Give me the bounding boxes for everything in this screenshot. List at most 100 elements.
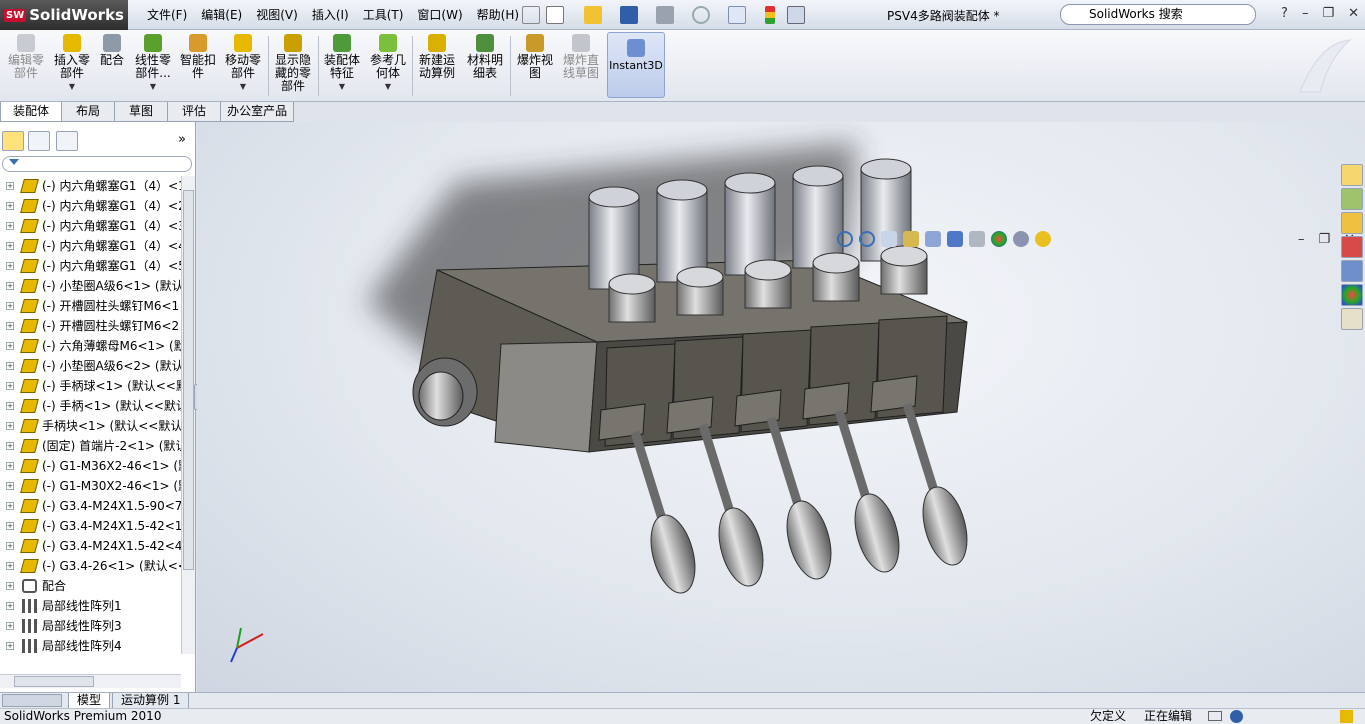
dropdown-arrow-icon[interactable]: ▼ xyxy=(322,80,362,93)
tree-item[interactable]: + (-) 内六角螺塞G1（4）<3 xyxy=(0,216,181,236)
app-logo[interactable]: SW SolidWorks xyxy=(0,0,128,30)
view-orientation-icon[interactable] xyxy=(925,231,941,247)
open-file-icon[interactable] xyxy=(584,6,602,24)
minimize-icon[interactable]: – xyxy=(1302,6,1309,21)
insert-component-button[interactable]: 插入零 部件 ▼ xyxy=(52,34,92,93)
tree-item[interactable]: + 配合 xyxy=(0,576,181,596)
tree-item[interactable]: + 手柄块<1> (默认<<默认 xyxy=(0,416,181,436)
expand-icon[interactable]: + xyxy=(6,202,14,210)
home-icon[interactable] xyxy=(1341,164,1363,186)
graphics-viewport[interactable]: – ❐ ✕ xyxy=(197,122,1365,692)
print-icon[interactable] xyxy=(656,6,674,24)
bill-of-materials-button[interactable]: 材料明 细表 xyxy=(464,34,506,80)
expand-icon[interactable]: + xyxy=(6,282,14,290)
tree-item[interactable]: + (-) 手柄<1> (默认<<默认 xyxy=(0,396,181,416)
expand-icon[interactable]: + xyxy=(6,182,14,190)
tree-item[interactable]: + 局部线性阵列4 xyxy=(0,636,181,654)
expand-icon[interactable]: + xyxy=(6,462,14,470)
exploded-view-button[interactable]: 爆炸视 图 xyxy=(514,34,556,80)
tab-sketch[interactable]: 草图 xyxy=(114,102,169,122)
dropdown-arrow-icon[interactable]: ▼ xyxy=(132,80,174,93)
zoom-to-fit-icon[interactable] xyxy=(837,231,853,247)
previous-view-icon[interactable] xyxy=(881,231,897,247)
property-manager-tab-icon[interactable] xyxy=(28,131,50,151)
feature-manager-tab-icon[interactable] xyxy=(2,131,24,151)
status-pin-icon[interactable] xyxy=(1340,710,1353,723)
expand-icon[interactable]: + xyxy=(6,542,14,550)
tree-item[interactable]: + 局部线性阵列3 xyxy=(0,616,181,636)
new-file-icon[interactable] xyxy=(546,6,564,24)
hide-show-items-icon[interactable] xyxy=(969,231,985,247)
search-results-icon[interactable] xyxy=(1341,236,1363,258)
explode-line-sketch-button[interactable]: 爆炸直 线草图 xyxy=(560,34,602,80)
viewport-minimize-icon[interactable]: – xyxy=(1298,232,1305,247)
assembly-features-button[interactable]: 装配体 特征 ▼ xyxy=(322,34,362,93)
tab-office-products[interactable]: 办公室产品 xyxy=(220,102,295,122)
menu-window[interactable]: 窗口(W) xyxy=(410,6,469,23)
save-icon[interactable] xyxy=(620,6,638,24)
file-explorer-icon[interactable] xyxy=(1341,212,1363,234)
tree-item[interactable]: + (-) G3.4-M24X1.5-42<4: xyxy=(0,536,181,556)
expand-icon[interactable]: + xyxy=(6,422,14,430)
restore-icon[interactable]: ❐ xyxy=(1322,6,1334,21)
tree-horizontal-scrollbar[interactable] xyxy=(0,674,181,688)
tree-item[interactable]: + (-) 内六角螺塞G1（4）<4 xyxy=(0,236,181,256)
menu-insert[interactable]: 插入(I) xyxy=(305,6,356,23)
reference-geometry-button[interactable]: 参考几 何体 ▼ xyxy=(367,34,409,93)
appearances-icon[interactable] xyxy=(1341,284,1363,306)
undo-icon[interactable] xyxy=(692,6,710,24)
linear-pattern-button[interactable]: 线性零 部件... ▼ xyxy=(132,34,174,93)
tree-item[interactable]: + (-) G1-M30X2-46<1> (默 xyxy=(0,476,181,496)
viewport-restore-icon[interactable]: ❐ xyxy=(1318,232,1330,247)
expand-icon[interactable]: + xyxy=(6,382,14,390)
tab-scroll-arrows[interactable] xyxy=(2,694,62,707)
tree-item[interactable]: + (-) 开槽圆柱头螺钉M6<2 xyxy=(0,316,181,336)
tree-item[interactable]: + (-) 手柄球<1> (默认<<默 xyxy=(0,376,181,396)
instant3d-button[interactable]: Instant3D xyxy=(607,32,665,98)
new-motion-study-button[interactable]: 新建运 动算例 xyxy=(416,34,458,80)
pin-icon[interactable] xyxy=(522,6,540,24)
expand-icon[interactable]: + xyxy=(6,622,14,630)
move-component-button[interactable]: 移动零 部件 ▼ xyxy=(222,34,264,93)
tab-model[interactable]: 模型 xyxy=(68,693,111,709)
tab-assembly[interactable]: 装配体 xyxy=(0,102,63,122)
view-palette-icon[interactable] xyxy=(1341,260,1363,282)
menu-edit[interactable]: 编辑(E) xyxy=(194,6,249,23)
tree-item[interactable]: + (-) 六角薄螺母M6<1> (默 xyxy=(0,336,181,356)
expand-icon[interactable]: + xyxy=(6,342,14,350)
custom-properties-icon[interactable] xyxy=(1341,308,1363,330)
tab-motion-study-1[interactable]: 运动算例 1 xyxy=(112,693,190,709)
tree-item[interactable]: + (-) 内六角螺塞G1（4）<5 xyxy=(0,256,181,276)
dropdown-arrow-icon[interactable]: ▼ xyxy=(52,80,92,93)
tree-item[interactable]: + (-) G3.4-M24X1.5-90<7: xyxy=(0,496,181,516)
tree-vertical-scrollbar[interactable] xyxy=(181,176,195,654)
expand-icon[interactable]: + xyxy=(6,642,14,650)
valve-assembly-model[interactable] xyxy=(197,122,1365,692)
display-style-icon[interactable] xyxy=(947,231,963,247)
edit-appearance-icon[interactable] xyxy=(991,231,1007,247)
tree-item[interactable]: + (-) 小垫圈A级6<2> (默认 xyxy=(0,356,181,376)
expand-pane-icon[interactable]: » xyxy=(178,132,186,147)
configuration-manager-tab-icon[interactable] xyxy=(56,131,78,151)
rebuild-icon[interactable] xyxy=(765,6,775,24)
zoom-to-area-icon[interactable] xyxy=(859,231,875,247)
dropdown-arrow-icon[interactable]: ▼ xyxy=(222,80,264,93)
expand-icon[interactable]: + xyxy=(6,502,14,510)
mate-button[interactable]: 配合 xyxy=(97,34,127,67)
expand-icon[interactable]: + xyxy=(6,562,14,570)
expand-icon[interactable]: + xyxy=(6,222,14,230)
help-status-icon[interactable] xyxy=(1230,710,1243,723)
tree-item[interactable]: + (-) 内六角螺塞G1（4）<2 xyxy=(0,196,181,216)
expand-icon[interactable]: + xyxy=(6,442,14,450)
expand-icon[interactable]: + xyxy=(6,322,14,330)
smart-fasteners-button[interactable]: 智能扣 件 xyxy=(178,34,218,80)
tree-item[interactable]: + (-) 内六角螺塞G1（4）<1 xyxy=(0,176,181,196)
view-settings-icon[interactable] xyxy=(1035,231,1051,247)
expand-icon[interactable]: + xyxy=(6,302,14,310)
expand-icon[interactable]: + xyxy=(6,362,14,370)
apply-scene-icon[interactable] xyxy=(1013,231,1029,247)
menu-view[interactable]: 视图(V) xyxy=(249,6,305,23)
dropdown-arrow-icon[interactable]: ▼ xyxy=(367,80,409,93)
expand-icon[interactable]: + xyxy=(6,522,14,530)
search-input[interactable]: SolidWorks 搜索 xyxy=(1060,4,1256,25)
